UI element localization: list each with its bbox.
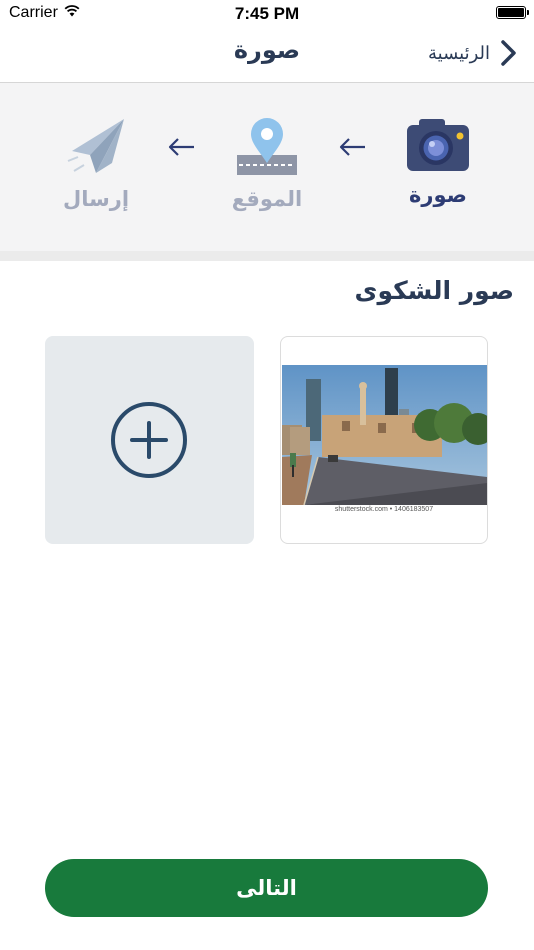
photo-thumbnail[interactable]: shutterstock.com • 1406183507 xyxy=(280,336,488,544)
step-location-label: الموقع xyxy=(231,187,303,211)
step-location: الموقع xyxy=(202,117,332,211)
step-photo-label: صورة xyxy=(409,183,467,207)
arrow-left-icon xyxy=(339,138,365,156)
add-photo-button[interactable] xyxy=(45,336,254,544)
step-indicator: صورة الموقع إرسال xyxy=(0,83,534,261)
section-title: صور الشكوى xyxy=(354,276,514,305)
step-send-label: إرسال xyxy=(62,187,130,211)
back-button-label: الرئيسية xyxy=(428,42,490,64)
navigation-bar: صورة الرئيسية xyxy=(0,28,534,83)
step-photo: صورة xyxy=(373,117,503,207)
step-send: إرسال xyxy=(31,117,161,211)
chevron-right-icon xyxy=(501,40,516,66)
clock: 7:45 PM xyxy=(234,4,300,23)
plus-circle-icon xyxy=(111,402,187,478)
photo-caption: shutterstock.com • 1406183507 xyxy=(334,506,434,513)
street-photo xyxy=(282,365,487,505)
back-button[interactable]: الرئيسية xyxy=(428,39,520,67)
arrow-left-icon xyxy=(168,138,194,156)
battery-icon xyxy=(496,6,529,19)
status-bar: Carrier 7:45 PM xyxy=(0,0,534,28)
next-button[interactable]: التالى xyxy=(45,859,488,917)
paper-plane-icon xyxy=(67,119,124,173)
location-pin-icon xyxy=(237,118,297,175)
camera-icon xyxy=(407,119,469,171)
